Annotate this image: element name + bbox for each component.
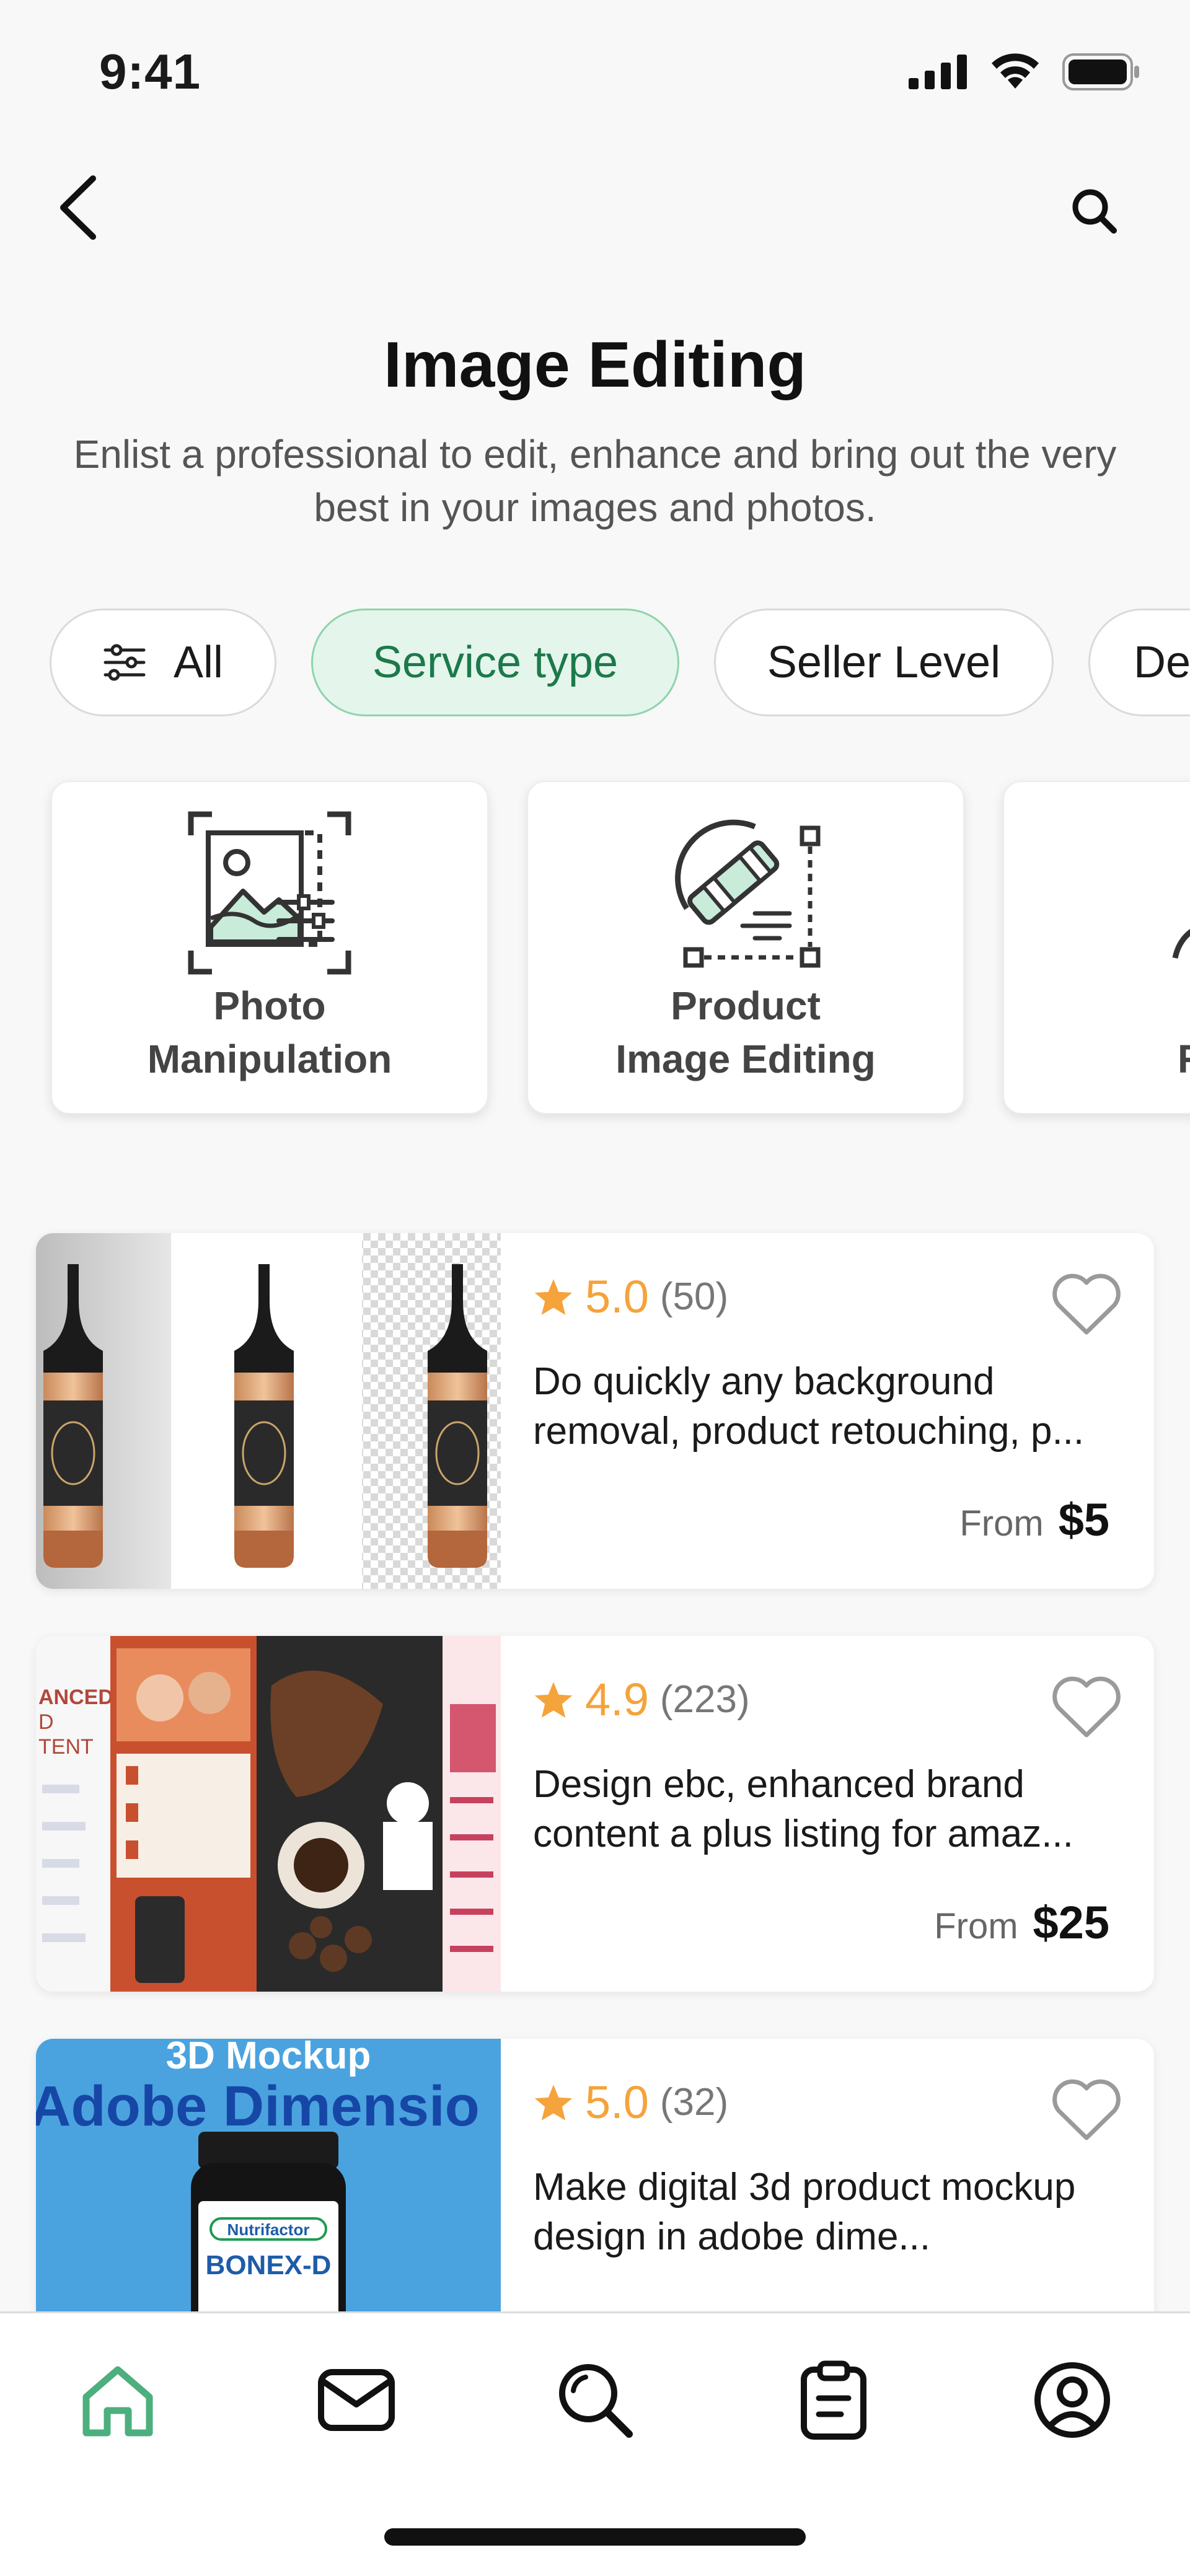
clipboard-icon bbox=[801, 2360, 866, 2440]
filter-chip-seller-level[interactable]: Seller Level bbox=[714, 609, 1054, 716]
gig-rating: 4.9 (223) bbox=[533, 1673, 750, 1726]
filter-chip-label: All bbox=[173, 638, 223, 687]
svg-text:TENT: TENT bbox=[38, 1735, 94, 1759]
category-label: Product Image Editing bbox=[615, 983, 876, 1081]
tab-home[interactable] bbox=[74, 2357, 161, 2443]
category-card-product-image-editing[interactable]: Product Image Editing bbox=[527, 781, 964, 1114]
svg-text:Adobe Dimensio: Adobe Dimensio bbox=[36, 2075, 480, 2138]
gig-rating: 5.0 (32) bbox=[533, 2076, 728, 2129]
home-icon bbox=[82, 2366, 153, 2437]
status-icons bbox=[909, 53, 1140, 91]
price-from-label: From bbox=[934, 1906, 1018, 1946]
svg-text:Nutrifactor: Nutrifactor bbox=[227, 2220, 310, 2239]
category-label: Por Reto bbox=[1004, 979, 1190, 1086]
rating-count: (223) bbox=[659, 1678, 750, 1721]
search-icon bbox=[559, 2364, 633, 2438]
tab-profile[interactable] bbox=[1029, 2357, 1116, 2443]
rating-value: 5.0 bbox=[585, 2077, 649, 2128]
page-title: Image Editing bbox=[384, 329, 806, 401]
home-indicator bbox=[384, 2528, 806, 2546]
price-from-label: From bbox=[959, 1503, 1044, 1544]
wine-bottles-image bbox=[36, 1233, 501, 1589]
wifi-icon bbox=[992, 53, 1039, 89]
tab-orders[interactable] bbox=[790, 2357, 877, 2443]
filter-chip-label: Seller Level bbox=[767, 638, 1001, 687]
gig-body: 4.9 (223) Design ebc, enhanced brand con… bbox=[533, 1636, 1140, 1992]
filter-chip-label: Service type bbox=[372, 638, 619, 687]
ebc-collage-image: ANCED D TENT bbox=[36, 1636, 501, 1992]
category-carousel: Photo Manipulation Product Image Editing bbox=[51, 781, 1190, 1114]
star-icon bbox=[534, 1681, 573, 1718]
rating-value: 5.0 bbox=[585, 1271, 649, 1322]
tab-messages[interactable] bbox=[313, 2357, 400, 2443]
page-subtitle: Enlist a professional to edit, enhance a… bbox=[73, 432, 1117, 530]
app-screen: 9:41 Image Editing Enlist a professional… bbox=[0, 0, 1190, 2576]
svg-text:ANCED: ANCED bbox=[38, 1686, 113, 1709]
favorite-heart-icon[interactable] bbox=[1050, 1673, 1123, 1740]
gig-title: Design ebc, enhanced brand content a plu… bbox=[533, 1763, 1073, 1855]
rating-value: 4.9 bbox=[585, 1674, 649, 1725]
user-profile-icon bbox=[1034, 2362, 1110, 2438]
signal-icon bbox=[909, 55, 967, 89]
filter-chip-label: De bbox=[1134, 638, 1190, 687]
favorite-heart-icon[interactable] bbox=[1050, 2076, 1123, 2143]
gig-thumbnail bbox=[36, 1233, 501, 1589]
gig-price: From $5 bbox=[959, 1493, 1109, 1546]
gig-title: Make digital 3d product mockup design in… bbox=[533, 2166, 1076, 2258]
category-card-photo-manipulation[interactable]: Photo Manipulation bbox=[51, 781, 488, 1114]
gig-card[interactable]: ANCED D TENT 4.9 (223) Design ebc, enhan… bbox=[36, 1636, 1154, 1992]
portrait-retouching-icon bbox=[1172, 929, 1190, 959]
product-image-editing-icon bbox=[675, 819, 821, 968]
status-time: 9:41 bbox=[99, 44, 201, 99]
star-icon bbox=[534, 2084, 573, 2121]
status-bar: 9:41 bbox=[0, 0, 1190, 149]
star-icon bbox=[534, 1278, 573, 1315]
category-card-portrait-retouching[interactable]: Por Reto bbox=[1003, 781, 1190, 1114]
filter-chip-all[interactable]: All bbox=[50, 609, 276, 716]
gig-price: From $25 bbox=[934, 1896, 1109, 1949]
rating-count: (50) bbox=[659, 1275, 729, 1318]
svg-text:D: D bbox=[38, 1710, 54, 1734]
price-value: $5 bbox=[1058, 1494, 1109, 1545]
rating-count: (32) bbox=[659, 2081, 729, 2124]
gig-title: Do quickly any background removal, produ… bbox=[533, 1360, 1085, 1453]
svg-text:BONEX-D: BONEX-D bbox=[206, 2250, 332, 2280]
favorite-heart-icon[interactable] bbox=[1050, 1270, 1123, 1337]
svg-text:3D Mockup: 3D Mockup bbox=[166, 2039, 371, 2077]
search-icon bbox=[1072, 189, 1117, 234]
sliders-icon bbox=[104, 644, 146, 681]
gig-body: 5.0 (50) Do quickly any background remov… bbox=[533, 1233, 1140, 1589]
search-button[interactable] bbox=[1060, 177, 1128, 245]
battery-icon bbox=[1062, 53, 1139, 90]
filter-chips: All Service type Seller Level De bbox=[50, 609, 1190, 716]
back-button[interactable] bbox=[43, 167, 112, 248]
price-value: $25 bbox=[1033, 1897, 1109, 1948]
gig-thumbnail: ANCED D TENT bbox=[36, 1636, 501, 1992]
tab-search[interactable] bbox=[552, 2357, 638, 2443]
filter-chip-service-type[interactable]: Service type bbox=[311, 609, 679, 716]
filter-chip-delivery[interactable]: De bbox=[1088, 609, 1190, 716]
photo-manipulation-icon bbox=[188, 811, 351, 975]
gig-rating: 5.0 (50) bbox=[533, 1270, 728, 1323]
gig-card[interactable]: 5.0 (50) Do quickly any background remov… bbox=[36, 1233, 1154, 1589]
category-label: Photo Manipulation bbox=[147, 983, 392, 1081]
chevron-left-icon bbox=[60, 175, 96, 240]
mail-icon bbox=[318, 2369, 395, 2431]
